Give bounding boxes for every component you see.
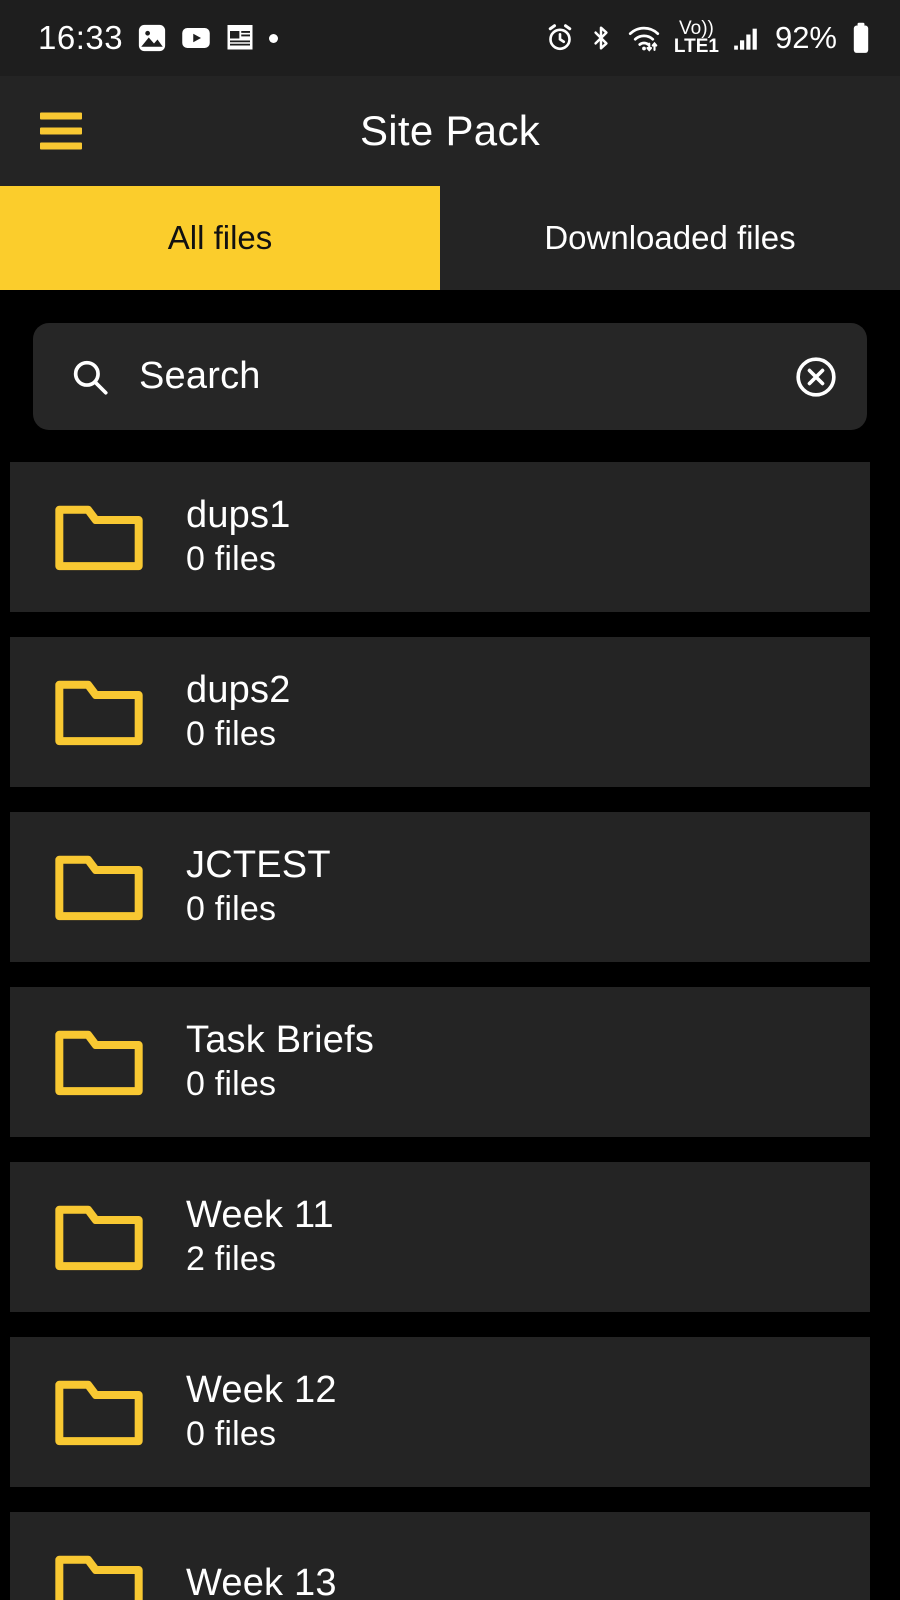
- folder-icon: [50, 1197, 148, 1277]
- folder-icon: [50, 1372, 148, 1452]
- tab-bar: All files Downloaded files: [0, 186, 900, 290]
- search-section: Search: [0, 290, 900, 462]
- list-item[interactable]: Week 13: [10, 1512, 870, 1600]
- list-item-count: 0 files: [186, 1415, 277, 1454]
- list-item-texts: dups1 0 files: [186, 494, 291, 579]
- status-bar-left: 16:33: [38, 19, 279, 57]
- folder-icon: [50, 1547, 148, 1600]
- folder-icon: [50, 497, 148, 577]
- list-item-count: 0 files: [186, 890, 277, 929]
- news-icon: [225, 23, 255, 53]
- file-list: dups1 0 files dups2 0 files JCTEST 0 fil…: [0, 462, 900, 1600]
- list-item-title: dups1: [186, 494, 291, 537]
- search-input[interactable]: Search: [139, 355, 765, 398]
- page-title: Site Pack: [359, 107, 541, 154]
- list-item-count: 2 files: [186, 1240, 277, 1279]
- hamburger-bar-3: [40, 142, 82, 150]
- wifi-icon: [627, 23, 661, 53]
- list-item[interactable]: dups1 0 files: [10, 462, 870, 612]
- list-item-title: Task Briefs: [186, 1019, 375, 1062]
- list-item-title: JCTEST: [186, 844, 331, 887]
- list-item-texts: JCTEST 0 files: [186, 844, 331, 929]
- list-item-title: dups2: [186, 669, 291, 712]
- tab-downloaded-files[interactable]: Downloaded files: [440, 186, 900, 290]
- hamburger-bar-1: [40, 112, 82, 120]
- folder-icon: [50, 1022, 148, 1102]
- search-bar[interactable]: Search: [33, 323, 867, 430]
- clear-circle-icon[interactable]: [793, 354, 839, 400]
- list-item-title: Week 12: [186, 1369, 337, 1412]
- folder-icon: [50, 672, 148, 752]
- signal-icon: [732, 24, 762, 52]
- alarm-icon: [545, 23, 575, 53]
- status-bar-right: Vo)) LTE1 92%: [545, 19, 872, 57]
- list-item-texts: dups2 0 files: [186, 669, 291, 754]
- bluetooth-icon: [588, 23, 614, 53]
- hamburger-menu-icon[interactable]: [40, 112, 82, 150]
- volte-icon: Vo)) LTE1: [673, 19, 719, 57]
- list-item[interactable]: Week 12 0 files: [10, 1337, 870, 1487]
- volte-label-bottom: LTE1: [673, 36, 719, 57]
- list-item-texts: Week 12 0 files: [186, 1369, 337, 1454]
- gallery-icon: [137, 23, 167, 53]
- folder-icon: [50, 847, 148, 927]
- list-item-title: Week 11: [186, 1194, 334, 1237]
- list-item-count: 0 files: [186, 715, 277, 754]
- list-item-count: 0 files: [186, 540, 277, 579]
- list-item[interactable]: Task Briefs 0 files: [10, 987, 870, 1137]
- youtube-icon: [181, 23, 211, 53]
- status-clock: 16:33: [38, 19, 124, 56]
- list-item[interactable]: dups2 0 files: [10, 637, 870, 787]
- battery-icon: [850, 22, 872, 54]
- list-item-title: Week 13: [186, 1562, 337, 1600]
- search-icon: [69, 356, 111, 398]
- status-bar: 16:33 Vo)) LTE1 92%: [0, 0, 900, 76]
- hamburger-bar-2: [40, 127, 82, 135]
- app-bar: Site Pack: [0, 76, 900, 186]
- list-item-texts: Week 13: [186, 1562, 337, 1600]
- dot-indicator-icon: [269, 33, 279, 43]
- tab-all-files[interactable]: All files: [0, 186, 440, 290]
- list-item[interactable]: Week 11 2 files: [10, 1162, 870, 1312]
- list-item-count: 0 files: [186, 1065, 277, 1104]
- battery-percent: 92%: [774, 20, 837, 55]
- list-item[interactable]: JCTEST 0 files: [10, 812, 870, 962]
- list-item-texts: Task Briefs 0 files: [186, 1019, 375, 1104]
- list-item-texts: Week 11 2 files: [186, 1194, 334, 1279]
